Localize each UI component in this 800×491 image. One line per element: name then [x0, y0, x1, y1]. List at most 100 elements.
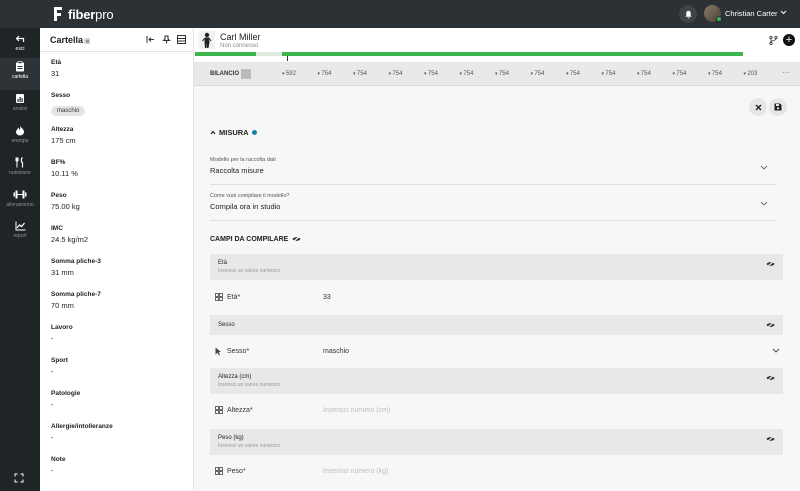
input-row-altezza[interactable]: Altezza* Inserisci numero (cm) — [210, 399, 783, 423]
person-silhouette-icon — [202, 32, 212, 48]
age-input[interactable]: 33 — [323, 294, 331, 301]
chevron-down-icon[interactable] — [780, 10, 787, 15]
rail-item-allenamento[interactable]: allenamento — [0, 186, 40, 218]
field-value: 175 cm — [51, 136, 76, 145]
trend-icon — [15, 221, 25, 231]
user-name[interactable]: Christian Carter — [725, 9, 778, 18]
chevron-down-icon[interactable] — [772, 348, 780, 353]
input-label: Altezza* — [227, 407, 253, 414]
height-input[interactable]: Inserisci numero (cm) — [323, 407, 390, 414]
bilancio-strip: BILANCIO ··· ▾ 592 ▾ 754 ▾ 754 ▾ 754 ▾ 754 ▾ … — [194, 63, 800, 86]
progress-marker — [287, 56, 288, 61]
scale-icon[interactable] — [241, 69, 251, 79]
field-value: 31 mm — [51, 268, 74, 277]
bilancio-value[interactable]: ▾ 592 — [282, 71, 296, 77]
field-peso: Peso 75.00 kg — [51, 192, 191, 211]
bilancio-value[interactable]: ▾ 754 — [673, 71, 687, 77]
chevron-down-icon — [760, 165, 768, 170]
top-bar: fiberpro Christian Carter — [0, 0, 800, 28]
collapse-icon[interactable] — [146, 35, 155, 44]
rail-item-energia[interactable]: energia — [0, 122, 40, 154]
grid-icon — [215, 293, 223, 301]
field-altezza: Altezza 175 cm — [51, 126, 191, 145]
save-button[interactable] — [769, 98, 787, 116]
eye-off-icon[interactable] — [766, 260, 775, 268]
bilancio-value[interactable]: ▾ 754 — [389, 71, 403, 77]
rail-label: cartella — [11, 74, 29, 80]
dumbbell-icon — [13, 190, 27, 199]
field-value: 31 — [51, 69, 60, 78]
bilancio-value-text: 203 — [747, 71, 758, 77]
field-label: Peso — [51, 192, 67, 199]
bilancio-value[interactable]: ▾ 754 — [531, 71, 545, 77]
bilancio-value-text: 754 — [427, 71, 438, 77]
client-avatar[interactable] — [199, 31, 215, 49]
compile-mode-select[interactable]: Come vuoi compilare il modello? Compila … — [210, 193, 776, 221]
fiberpro-logo-icon — [54, 7, 62, 21]
sex-select[interactable]: maschio — [323, 348, 349, 355]
section-title[interactable]: MISURA — [210, 128, 257, 137]
bilancio-value[interactable]: ▾ 754 — [424, 71, 438, 77]
measurement-form: MISURA Modello per la raccolta dati Racc… — [194, 86, 800, 491]
input-row-sesso[interactable]: Sesso* maschio — [210, 340, 783, 364]
bilancio-value[interactable]: ▾ 203 — [744, 71, 758, 77]
model-select[interactable]: Modello per la raccolta dati Raccolta mi… — [210, 157, 776, 185]
progress-track — [195, 52, 743, 56]
input-row-eta[interactable]: Età* 33 — [210, 286, 783, 310]
rail-item-analisi[interactable]: analisi — [0, 90, 40, 122]
field-sport: Sport - — [51, 357, 191, 376]
rail-item-report[interactable]: report — [0, 218, 40, 250]
field-value: 10.11 % — [51, 169, 78, 178]
bilancio-value[interactable]: ▾ 754 — [318, 71, 332, 77]
field-label: Altezza — [51, 126, 74, 133]
field-header-title: Peso (kg) — [218, 435, 244, 441]
layout-icon[interactable] — [177, 35, 186, 44]
bilancio-value[interactable]: ▾ 754 — [566, 71, 580, 77]
input-row-peso[interactable]: Peso* Inserisci numero (kg) — [210, 460, 783, 484]
bell-icon — [684, 10, 692, 18]
bilancio-value[interactable]: ▾ 754 — [708, 71, 722, 77]
add-button[interactable]: + — [783, 34, 795, 46]
bilancio-value-text: 754 — [676, 71, 687, 77]
rail-item-cartella[interactable]: cartella — [0, 58, 40, 90]
chevron-down-icon — [760, 201, 768, 206]
rail-item-nutrizione[interactable]: nutrizione — [0, 154, 40, 186]
eye-off-icon[interactable] — [766, 321, 775, 329]
rail-label: energia — [11, 138, 29, 144]
bilancio-value[interactable]: ▾ 754 — [495, 71, 509, 77]
expand-icon[interactable] — [14, 473, 24, 483]
more-icon[interactable]: ··· — [782, 68, 790, 77]
pin-icon[interactable] — [162, 35, 171, 44]
left-nav-rail: esci cartella analisi energia nutrizione — [0, 28, 40, 491]
field-header-title: Sesso — [218, 322, 235, 328]
eye-off-icon[interactable] — [292, 235, 301, 243]
close-button[interactable] — [749, 98, 767, 116]
app-logo-text: fiberpro — [68, 6, 114, 22]
profile-panel: Cartella▣ Età 31 Sesso maschio Altezza 1… — [40, 28, 194, 491]
bilancio-value[interactable]: ▾ 754 — [637, 71, 651, 77]
progress-segment — [195, 52, 256, 56]
field-header-subtitle: Inserisci un valore numerico — [218, 443, 281, 449]
bilancio-value[interactable]: ▾ 754 — [602, 71, 616, 77]
bilancio-value-text: 754 — [463, 71, 474, 77]
field-value: - — [51, 400, 54, 409]
weight-input[interactable]: Inserisci numero (kg) — [323, 468, 388, 475]
notifications-button[interactable] — [679, 5, 697, 23]
field-label: Patologie — [51, 390, 81, 397]
client-status: Non connesso — [220, 43, 259, 49]
field-header-subtitle: Inserisci un valore numerico — [218, 382, 281, 388]
eye-off-icon[interactable] — [766, 435, 775, 443]
field-header-altezza: Altezza (cm) Inserisci un valore numeric… — [210, 368, 783, 394]
bilancio-value[interactable]: ▾ 754 — [353, 71, 367, 77]
client-name[interactable]: Carl Miller — [220, 32, 261, 42]
section-title-text: MISURA — [219, 128, 249, 137]
field-label: Lavoro — [51, 324, 73, 331]
bilancio-value[interactable]: ▾ 754 — [460, 71, 474, 77]
branch-icon[interactable] — [769, 36, 778, 45]
field-note: Note - — [51, 456, 191, 475]
app-logo[interactable]: fiberpro — [52, 5, 114, 23]
rail-label: esci — [15, 46, 25, 52]
eye-off-icon[interactable] — [766, 374, 775, 382]
input-label: Peso* — [227, 468, 246, 475]
chart-doc-icon — [16, 94, 24, 103]
